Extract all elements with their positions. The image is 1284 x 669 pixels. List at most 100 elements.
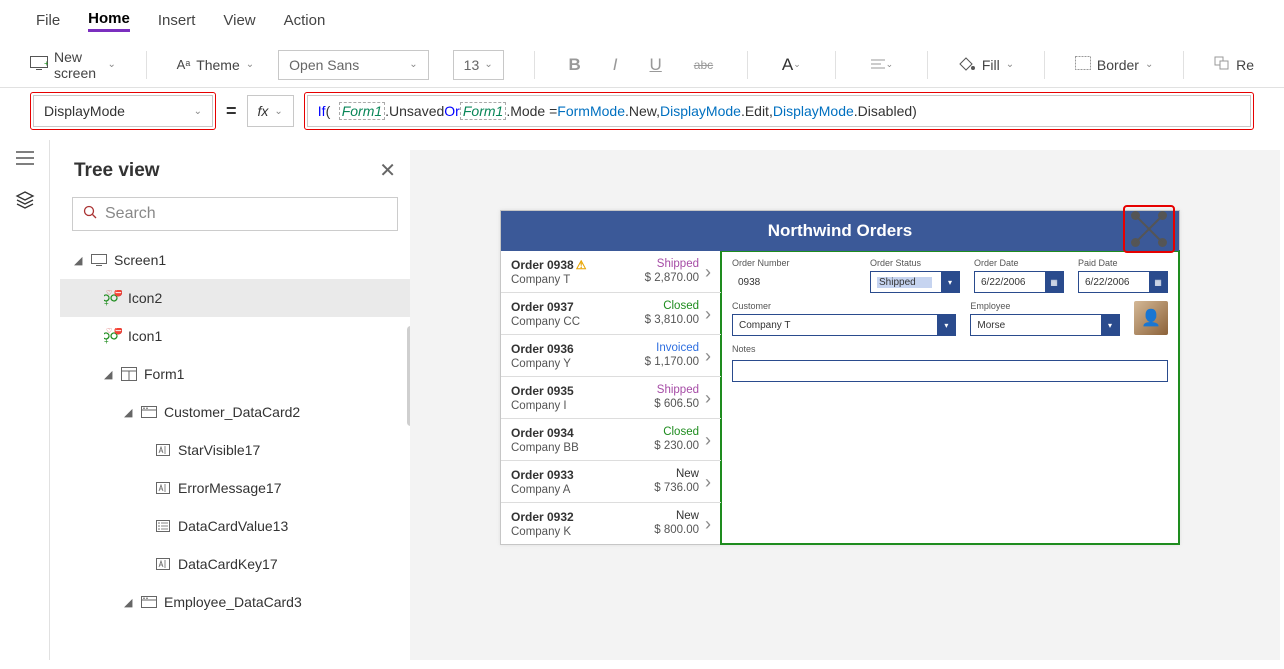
order-number: Order 0938 <box>511 258 574 272</box>
reorder-icon <box>1214 56 1230 73</box>
screen-icon: + <box>30 56 48 73</box>
tree-node-screen1[interactable]: ◢ Screen1 <box>60 241 410 279</box>
tree-label: Customer_DataCard2 <box>164 404 300 420</box>
label-icon <box>154 444 172 456</box>
italic-button[interactable]: I <box>609 55 622 75</box>
menu-file[interactable]: File <box>36 12 60 31</box>
hamburger-icon[interactable] <box>15 150 35 170</box>
warning-icon: ⚠ <box>576 258 587 272</box>
order-number: Order 0936 <box>511 342 574 356</box>
order-company: Company T <box>511 274 645 286</box>
order-amount: $ 606.50 <box>654 398 699 410</box>
theme-button[interactable]: Aᵃ Theme ⌄ <box>177 57 254 73</box>
border-button[interactable]: Border ⌄ <box>1075 56 1153 73</box>
order-status: Shipped <box>654 384 699 396</box>
tree-node-employee-datacard[interactable]: ◢ Employee_DataCard3 <box>60 583 410 621</box>
order-number: Order 0935 <box>511 384 574 398</box>
employee-select[interactable]: Morse▾ <box>970 314 1120 336</box>
order-number-label: Order Number <box>732 258 856 268</box>
customer-select[interactable]: Company T▾ <box>732 314 956 336</box>
menu-insert[interactable]: Insert <box>158 12 196 31</box>
reorder-button[interactable]: Re <box>1214 56 1254 73</box>
order-amount: $ 3,810.00 <box>645 314 699 326</box>
strikethrough-button[interactable]: abc <box>690 58 717 72</box>
tree-node-icon1[interactable]: ♡⛔+ Icon1 <box>60 317 410 355</box>
tree-node-icon2[interactable]: ♡⛔+ Icon2 <box>60 279 410 317</box>
paid-date-label: Paid Date <box>1078 258 1168 268</box>
chevron-down-icon: ⌄ <box>246 59 254 70</box>
fx-label: fx <box>258 103 269 119</box>
selected-control-handles[interactable] <box>1123 205 1175 253</box>
equals-label: = <box>226 101 237 122</box>
chevron-down-icon: ▾ <box>937 315 955 335</box>
fx-dropdown[interactable]: fx ⌄ <box>247 95 294 127</box>
order-company: Company BB <box>511 442 654 454</box>
new-screen-button[interactable]: + New screen ⌄ <box>30 49 116 81</box>
order-row[interactable]: Order 0934Company BBClosed$ 230.00› <box>501 418 721 460</box>
datacard-icon <box>140 406 158 418</box>
caret-down-icon: ◢ <box>104 368 114 381</box>
fill-button[interactable]: Fill ⌄ <box>958 54 1014 75</box>
tree-node-starvisible[interactable]: StarVisible17 <box>60 431 410 469</box>
formula-input[interactable]: If( Form1.Unsaved Or Form1.Mode = FormMo… <box>307 95 1251 127</box>
orders-list[interactable]: Order 0938⚠Company TShipped$ 2,870.00›Or… <box>501 251 721 544</box>
order-company: Company K <box>511 526 654 538</box>
tree-node-form1[interactable]: ◢ Form1 <box>60 355 410 393</box>
tree-node-datacardkey[interactable]: DataCardKey17 <box>60 545 410 583</box>
tree-search-input[interactable]: Search <box>72 197 398 231</box>
chevron-right-icon: › <box>705 472 711 493</box>
menu-action[interactable]: Action <box>284 12 326 31</box>
svg-text:♡: ♡ <box>106 328 112 335</box>
font-name-select[interactable]: Open Sans ⌄ <box>278 50 429 80</box>
font-color-button[interactable]: A⌄ <box>778 55 805 75</box>
paid-date-input[interactable]: 6/22/2006▦ <box>1078 271 1168 293</box>
order-number-value: 0938 <box>732 271 856 293</box>
layers-icon[interactable] <box>15 190 35 210</box>
order-row[interactable]: Order 0933Company ANew$ 736.00› <box>501 460 721 502</box>
align-button[interactable]: ⌄ <box>866 58 898 72</box>
order-row[interactable]: Order 0937Company CCClosed$ 3,810.00› <box>501 292 721 334</box>
left-rail <box>0 140 50 660</box>
tree-label: StarVisible17 <box>178 442 260 458</box>
label-icon <box>154 482 172 494</box>
font-size-value: 13 <box>464 57 480 73</box>
tree-label: Form1 <box>144 366 184 382</box>
order-status: Closed <box>654 426 699 438</box>
tree-node-customer-datacard[interactable]: ◢ Customer_DataCard2 <box>60 393 410 431</box>
order-amount: $ 800.00 <box>654 524 699 536</box>
property-value: DisplayMode <box>44 103 125 119</box>
border-label: Border <box>1097 57 1139 73</box>
font-size-select[interactable]: 13 ⌄ <box>453 50 504 80</box>
tree-label: Icon2 <box>128 290 162 306</box>
order-status-select[interactable]: Shipped▾ <box>870 271 960 293</box>
menu-view[interactable]: View <box>223 12 255 31</box>
order-row[interactable]: Order 0938⚠Company TShipped$ 2,870.00› <box>501 251 721 292</box>
order-number: Order 0934 <box>511 426 574 440</box>
order-company: Company Y <box>511 358 645 370</box>
close-icon[interactable]: ✕ <box>379 158 396 183</box>
theme-icon: Aᵃ <box>177 57 191 72</box>
chevron-right-icon: › <box>705 514 711 535</box>
chevron-down-icon: ⌄ <box>1006 59 1014 70</box>
order-status: Closed <box>645 300 699 312</box>
tree-node-errormessage[interactable]: ErrorMessage17 <box>60 469 410 507</box>
tree-node-datacardvalue[interactable]: DataCardValue13 <box>60 507 410 545</box>
order-status: Invoiced <box>645 342 699 354</box>
bold-button[interactable]: B <box>564 55 584 75</box>
menu-home[interactable]: Home <box>88 10 130 32</box>
new-screen-label: New screen <box>54 49 102 81</box>
order-date-input[interactable]: 6/22/2006▦ <box>974 271 1064 293</box>
underline-button[interactable]: U <box>646 55 666 75</box>
order-status: New <box>654 510 699 522</box>
chevron-down-icon: ▾ <box>1101 315 1119 335</box>
chevron-right-icon: › <box>705 388 711 409</box>
order-row[interactable]: Order 0936Company YInvoiced$ 1,170.00› <box>501 334 721 376</box>
notes-input[interactable] <box>732 360 1168 382</box>
svg-text:♡: ♡ <box>106 290 112 297</box>
order-row[interactable]: Order 0932Company KNew$ 800.00› <box>501 502 721 544</box>
top-menu: File Home Insert View Action <box>0 0 1284 42</box>
customer-label: Customer <box>732 301 956 311</box>
property-dropdown[interactable]: DisplayMode ⌄ <box>33 95 213 127</box>
order-row[interactable]: Order 0935Company IShipped$ 606.50› <box>501 376 721 418</box>
order-amount: $ 1,170.00 <box>645 356 699 368</box>
